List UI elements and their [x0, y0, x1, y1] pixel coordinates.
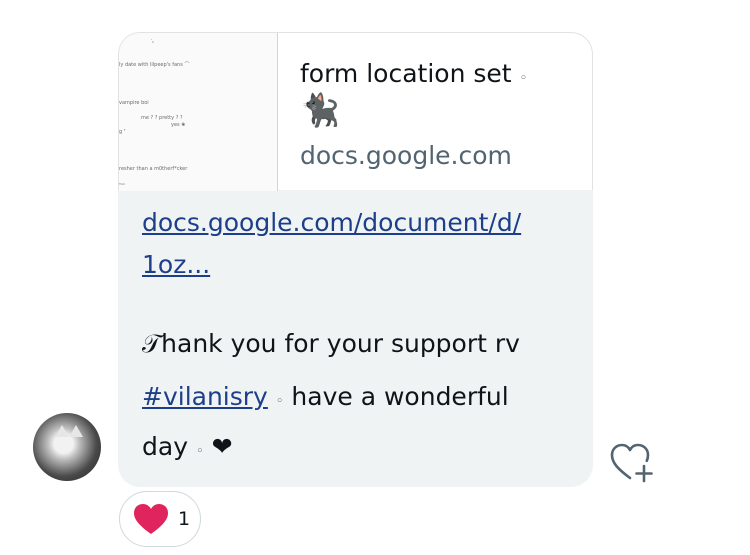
link-preview-title-text: form location set: [300, 59, 512, 88]
reaction-pill[interactable]: 1: [119, 491, 201, 547]
link-preview-thumbnail: · ͈͈ ly date with lilpeep's fans ⌒ vampi…: [119, 33, 278, 191]
day-text: day: [142, 432, 188, 461]
document-link[interactable]: docs.google.com/document/d/: [142, 208, 521, 237]
heart-emoji: ❤: [211, 432, 233, 461]
thumbnail-text: yes ❀: [171, 122, 186, 128]
avatar-cat-ear: [69, 425, 83, 437]
wish-text: have a wonderful: [291, 382, 509, 411]
black-cat-emoji: 🐈‍⬛: [300, 91, 340, 129]
thumbnail-text: me ? ? pretty ? ?: [141, 115, 183, 121]
small-circle-icon: ◦: [195, 444, 204, 459]
thumbnail-text: resher than a m0therf*cker: [119, 166, 188, 172]
thumbnail-text: ly date with lilpeep's fans ⌒: [119, 62, 190, 68]
red-heart-icon: [134, 504, 168, 534]
hashtag-link[interactable]: #vilanisry: [142, 382, 268, 411]
day-line: day ◦ ❤: [142, 432, 233, 461]
add-reaction-button[interactable]: [608, 442, 654, 484]
link-preview-domain: docs.google.com: [300, 141, 512, 170]
small-circle-icon: ◦: [275, 394, 284, 409]
message-bubble: · ͈͈ ly date with lilpeep's fans ⌒ vampi…: [118, 32, 593, 487]
heart-plus-icon: [610, 443, 653, 483]
avatar-cat-ear: [55, 425, 69, 437]
thumbnail-text: vampire boi: [119, 100, 149, 106]
link-preview-title: form location set ◦: [300, 59, 527, 88]
thumbnail-text: g ᵀ: [119, 129, 126, 135]
avatar[interactable]: [33, 413, 101, 481]
thanks-line: 𝒯hank you for your support rv: [142, 329, 520, 358]
thumbnail-text: · ͈͈: [151, 37, 155, 43]
hashtag-line: #vilanisry ◦ have a wonderful: [142, 382, 509, 411]
thumbnail-text: ᵀᶦᵐ: [119, 183, 126, 189]
document-link-continued[interactable]: 1oz...: [142, 250, 210, 279]
small-circle-icon: ◦: [519, 71, 528, 86]
reaction-count: 1: [178, 508, 191, 530]
link-preview-card[interactable]: · ͈͈ ly date with lilpeep's fans ⌒ vampi…: [118, 32, 593, 191]
